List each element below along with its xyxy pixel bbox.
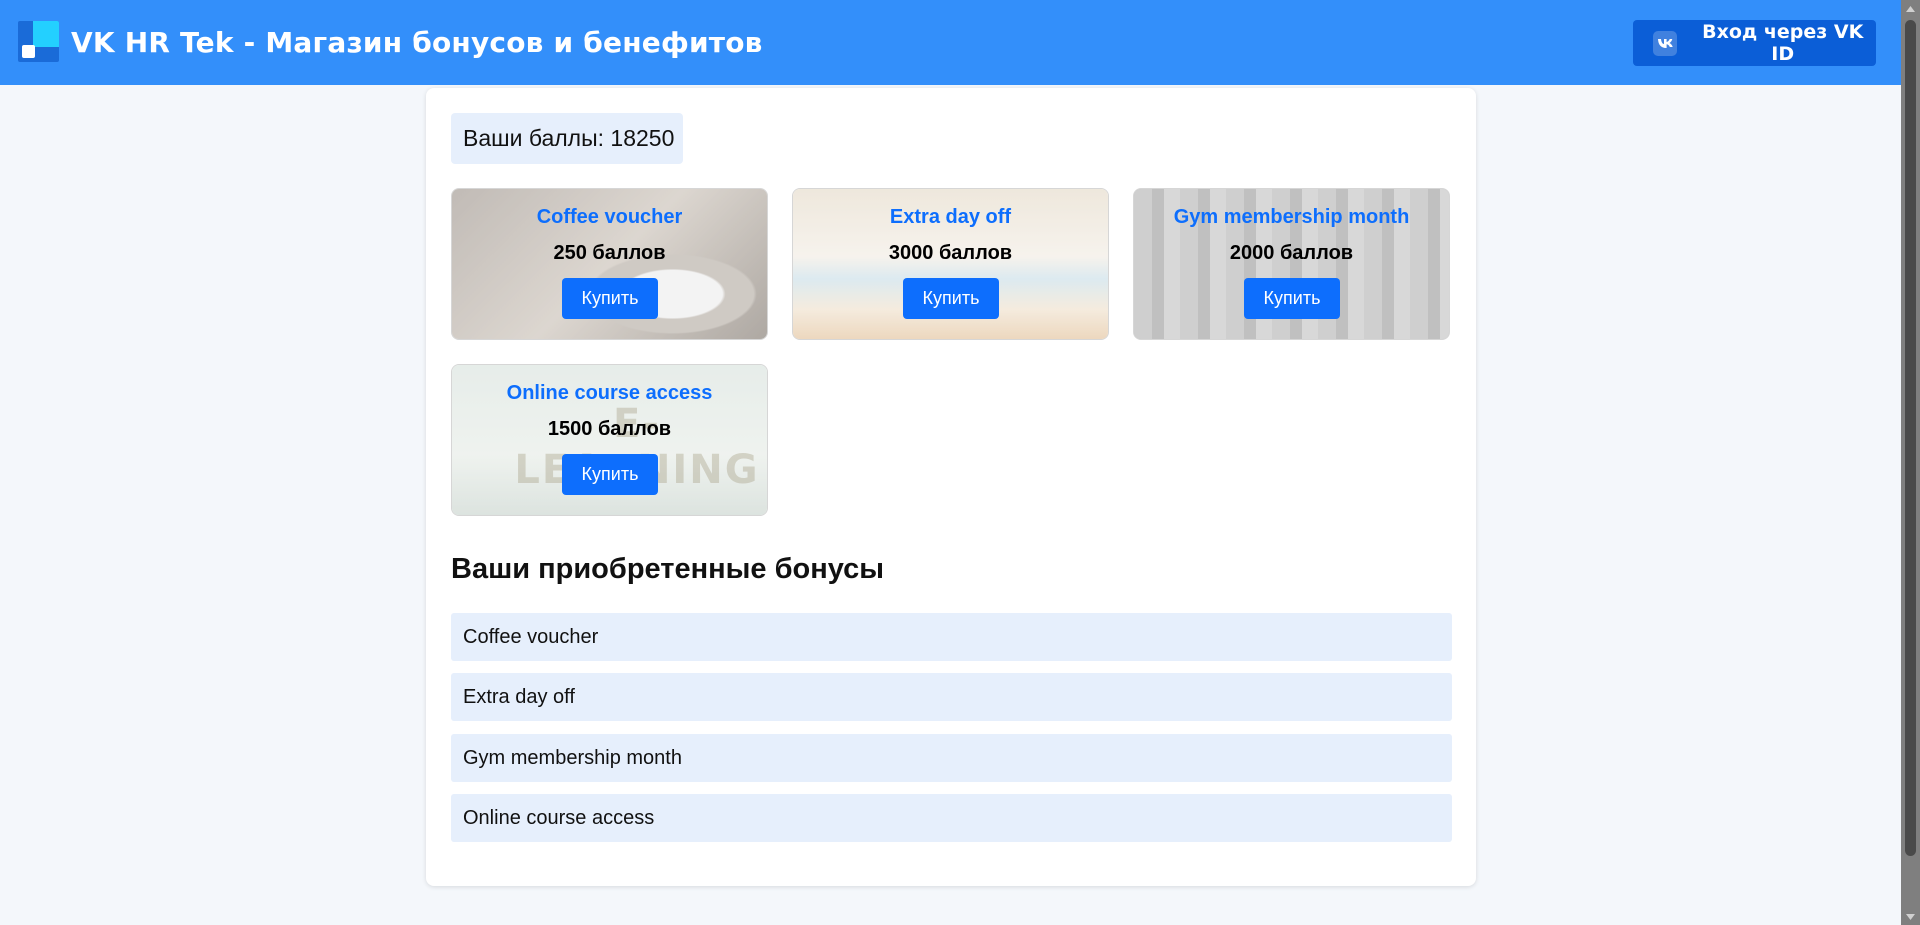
- purchased-item: Online course access: [451, 794, 1452, 842]
- app-header: VK HR Tek - Магазин бонусов и бенефитов …: [0, 0, 1901, 85]
- buy-button[interactable]: Купить: [1244, 278, 1340, 319]
- scroll-down-arrow-icon[interactable]: [1901, 908, 1920, 925]
- vk-login-label: Вход через VK ID: [1702, 21, 1864, 65]
- vk-login-button[interactable]: Вход через VK ID: [1633, 20, 1876, 66]
- app-logo-icon: [18, 21, 59, 62]
- product-price: 250 баллов: [553, 242, 666, 264]
- page-scrollbar[interactable]: [1901, 0, 1920, 925]
- app-title: VK HR Tek - Магазин бонусов и бенефитов: [71, 26, 763, 59]
- product-price: 2000 баллов: [1229, 242, 1354, 264]
- main-panel: Ваши баллы: 18250 Coffee voucher 250 бал…: [426, 88, 1476, 886]
- scroll-up-arrow-icon[interactable]: [1901, 0, 1920, 17]
- product-card-day-off: Extra day off 3000 баллов Купить: [792, 188, 1109, 340]
- vk-logo-icon: [1653, 30, 1678, 56]
- points-balance: Ваши баллы: 18250: [451, 113, 683, 164]
- purchased-item: Extra day off: [451, 673, 1452, 721]
- purchased-section-title: Ваши приобретенные бонусы: [451, 553, 885, 585]
- product-name: Coffee voucher: [536, 206, 683, 228]
- product-name: Gym membership month: [1173, 206, 1410, 228]
- product-name: Extra day off: [889, 206, 1012, 228]
- product-card-coffee: Coffee voucher 250 баллов Купить: [451, 188, 768, 340]
- buy-button[interactable]: Купить: [562, 454, 658, 495]
- buy-button[interactable]: Купить: [562, 278, 658, 319]
- buy-button[interactable]: Купить: [903, 278, 999, 319]
- product-price: 3000 баллов: [888, 242, 1013, 264]
- product-price: 1500 баллов: [547, 418, 672, 440]
- product-name: Online course access: [506, 382, 713, 404]
- product-card-gym: Gym membership month 2000 баллов Купить: [1133, 188, 1450, 340]
- purchased-item: Gym membership month: [451, 734, 1452, 782]
- purchased-item: Coffee voucher: [451, 613, 1452, 661]
- product-card-online-course: E-LEARNING Online course access 1500 бал…: [451, 364, 768, 516]
- scrollbar-thumb[interactable]: [1905, 20, 1916, 856]
